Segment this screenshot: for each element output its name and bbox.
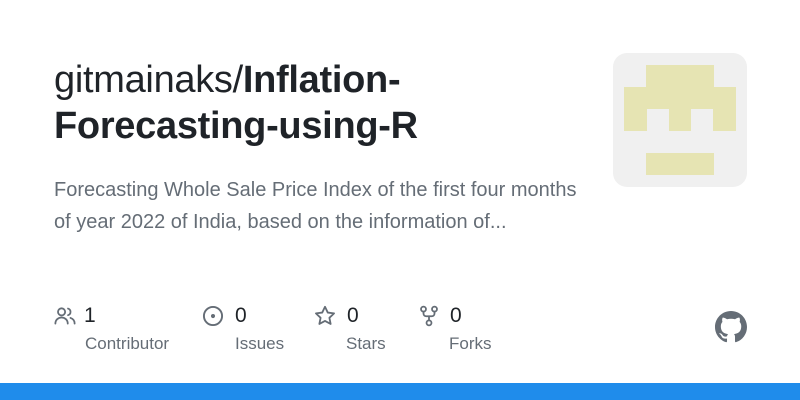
repo-description: Forecasting Whole Sale Price Index of th… [54,179,577,233]
owner-avatar[interactable] [613,53,747,187]
accent-bar [0,383,800,400]
repo-title[interactable]: gitmainaks/Inflation-Forecasting-using-R [54,57,574,149]
stars-label: Stars [346,334,386,353]
contributors-count: 1 [84,304,96,327]
stars-count: 0 [347,304,359,327]
forks-count: 0 [450,304,462,327]
identicon-icon [624,65,736,175]
forks-label: Forks [449,334,492,353]
issue-opened-icon [202,305,224,327]
repo-owner[interactable]: gitmainaks/ [54,59,243,101]
repo-forked-icon [420,305,438,327]
github-mark-icon[interactable] [715,311,747,343]
issues-count: 0 [235,304,247,327]
contributors-label: Contributor [85,334,170,353]
issues-label: Issues [235,334,285,353]
people-icon [54,307,76,325]
star-icon [315,305,335,325]
repo-social-card: gitmainaks/Inflation-Forecasting-using-R… [0,0,800,400]
